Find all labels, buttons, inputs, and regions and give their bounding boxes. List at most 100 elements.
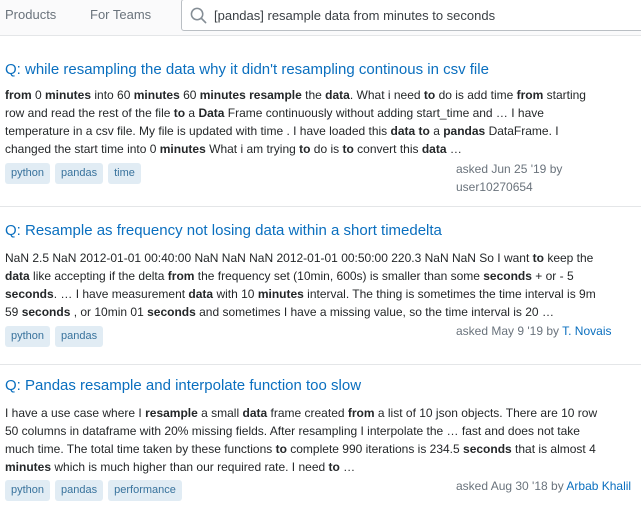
excerpt-line: 59 seconds , or 10min 01 seconds and som… xyxy=(5,303,641,321)
highlighted-term: to xyxy=(173,106,186,120)
excerpt-text: 0 xyxy=(35,88,46,102)
excerpt-text: row and read the rest of the file xyxy=(5,106,174,120)
excerpt-text: like accepting if the delta xyxy=(29,269,168,283)
nav-products[interactable]: Products xyxy=(5,7,56,22)
excerpt-text: … xyxy=(339,460,356,474)
tag-python[interactable]: python xyxy=(5,326,51,347)
highlighted-term: resample xyxy=(145,406,198,420)
highlighted-term: minutes xyxy=(45,88,92,102)
excerpt-line: NaN 2.5 NaN 2012-01-01 00:40:00 NaN NaN … xyxy=(5,249,641,267)
excerpt-text: the frequency set (10min, 600s) is small… xyxy=(194,269,484,283)
excerpt-line: 50 columns in dataframe with 20% missing… xyxy=(5,422,641,440)
question-excerpt: from 0 minutes into 60 minutes 60 minute… xyxy=(5,86,641,158)
asked-date: asked May 9 '19 by xyxy=(456,324,560,338)
highlighted-term: to xyxy=(299,142,311,156)
excerpt-text: keep the xyxy=(543,251,594,265)
asked-by-user[interactable]: T. Novais xyxy=(562,324,611,338)
question-title-link[interactable]: Q: Resample as frequency not losing data… xyxy=(5,222,442,239)
excerpt-text: a small xyxy=(197,406,243,420)
highlighted-term: to xyxy=(328,460,340,474)
excerpt-text: convert this xyxy=(353,142,422,156)
highlighted-term: to xyxy=(532,251,544,265)
excerpt-line: from 0 minutes into 60 minutes 60 minute… xyxy=(5,86,641,104)
excerpt-text: interval. The thing is sometimes the tim… xyxy=(303,287,596,301)
excerpt-text: , or 10min 01 xyxy=(70,305,148,319)
excerpt-text: 60 xyxy=(179,88,200,102)
question-title-link[interactable]: Q: Pandas resample and interpolate funct… xyxy=(5,377,361,394)
nav-for-teams[interactable]: For Teams xyxy=(90,7,151,22)
highlighted-term: minutes xyxy=(257,287,304,301)
excerpt-text: frame created xyxy=(267,406,348,420)
excerpt-text: 50 columns in dataframe with 20% missing… xyxy=(5,424,580,438)
excerpt-line: I have a use case where I resample a sma… xyxy=(5,404,641,422)
asked-info: asked May 9 '19 by T. Novais xyxy=(456,322,612,340)
highlighted-term: to xyxy=(342,142,354,156)
excerpt-text: 59 xyxy=(5,305,22,319)
asked-by-user[interactable]: user10270654 xyxy=(456,180,533,194)
tag-pandas[interactable]: pandas xyxy=(55,163,104,184)
excerpt-line: much time. The total time taken by these… xyxy=(5,440,641,458)
excerpt-text: starting xyxy=(543,88,586,102)
highlighted-term: data xyxy=(421,142,447,156)
search-icon xyxy=(190,7,207,24)
excerpt-text: a xyxy=(185,106,199,120)
excerpt-text: NaN 2.5 NaN 2012-01-01 00:40:00 NaN NaN … xyxy=(5,251,533,265)
excerpt-text: a xyxy=(429,124,444,138)
tag-pandas[interactable]: pandas xyxy=(55,480,104,501)
asked-date: asked Aug 30 '18 by xyxy=(456,479,564,493)
excerpt-text: that is almost 4 xyxy=(511,442,596,456)
excerpt-text: I have a use case where I xyxy=(5,406,146,420)
search-box[interactable] xyxy=(181,0,641,31)
tag-python[interactable]: python xyxy=(5,163,51,184)
tag-pandas[interactable]: pandas xyxy=(55,326,104,347)
highlighted-term: Data xyxy=(198,106,225,120)
highlighted-term: from xyxy=(347,406,375,420)
highlighted-term: data to xyxy=(390,124,430,138)
highlighted-term: data xyxy=(188,287,214,301)
excerpt-line: row and read the rest of the file to a D… xyxy=(5,104,641,122)
result-divider xyxy=(0,364,641,365)
highlighted-term: data xyxy=(242,406,268,420)
highlighted-term: pandas xyxy=(443,124,486,138)
tag-performance[interactable]: performance xyxy=(108,480,182,501)
top-bar: Products For Teams xyxy=(0,0,641,36)
excerpt-text: do is add time xyxy=(435,88,517,102)
highlighted-term: minutes xyxy=(5,460,52,474)
highlighted-term: seconds xyxy=(483,269,532,283)
excerpt-text: changed the start time into 0 xyxy=(5,142,160,156)
excerpt-text: DataFrame. I xyxy=(485,124,559,138)
tag-list: python pandas time xyxy=(5,163,146,184)
excerpt-text: into 60 xyxy=(91,88,134,102)
asked-info: asked Jun 25 '19 by user10270654 xyxy=(456,160,562,196)
excerpt-text: … xyxy=(446,142,462,156)
highlighted-term: to xyxy=(275,442,287,456)
excerpt-text: . What i need xyxy=(349,88,424,102)
excerpt-line: changed the start time into 0 minutes Wh… xyxy=(5,140,641,158)
excerpt-text: and sometimes I have a missing value, so… xyxy=(195,305,554,319)
excerpt-text: What i am trying xyxy=(205,142,300,156)
highlighted-term: from xyxy=(5,88,35,102)
result-divider xyxy=(0,206,641,207)
excerpt-text: do is xyxy=(310,142,343,156)
asked-by-user[interactable]: Arbab Khalil xyxy=(566,479,631,493)
excerpt-line: data like accepting if the delta from th… xyxy=(5,267,641,285)
highlighted-term: minutes xyxy=(159,142,206,156)
question-title-link[interactable]: Q: while resampling the data why it didn… xyxy=(5,61,489,78)
excerpt-line: minutes which is much higher than our re… xyxy=(5,458,641,476)
excerpt-text: much time. The total time taken by these… xyxy=(5,442,276,456)
excerpt-text: a list of 10 json objects. There are 10 … xyxy=(374,406,598,420)
highlighted-term: seconds xyxy=(21,305,71,319)
tag-time[interactable]: time xyxy=(108,163,141,184)
asked-info: asked Aug 30 '18 by Arbab Khalil xyxy=(456,477,631,495)
tag-python[interactable]: python xyxy=(5,480,51,501)
highlighted-term: data xyxy=(325,88,350,102)
excerpt-text: Frame continuously without adding start_… xyxy=(224,106,544,120)
search-input[interactable] xyxy=(214,0,634,30)
excerpt-text: which is much higher than our required r… xyxy=(51,460,329,474)
highlighted-term: seconds xyxy=(147,305,196,319)
question-excerpt: NaN 2.5 NaN 2012-01-01 00:40:00 NaN NaN … xyxy=(5,249,641,321)
excerpt-text: temperature in a csv file. My file is up… xyxy=(5,124,391,138)
excerpt-line: temperature in a csv file. My file is up… xyxy=(5,122,641,140)
excerpt-text: with 10 xyxy=(213,287,258,301)
question-excerpt: I have a use case where I resample a sma… xyxy=(5,404,641,476)
